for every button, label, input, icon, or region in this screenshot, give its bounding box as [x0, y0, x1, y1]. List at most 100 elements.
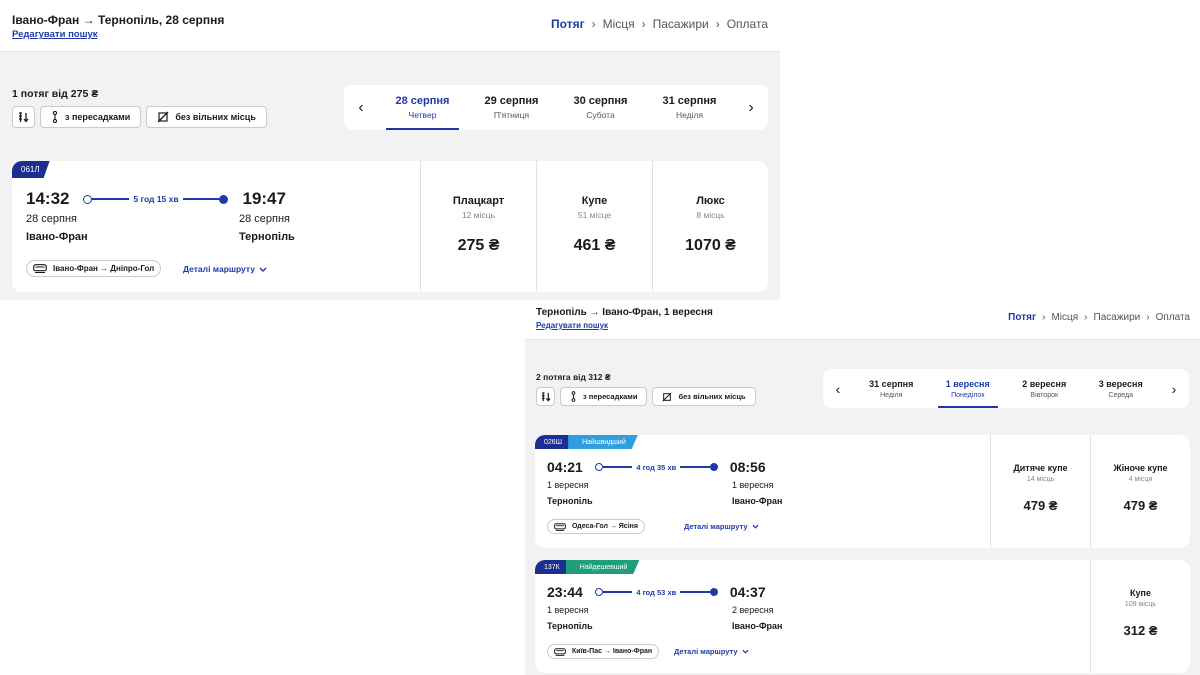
date-tab-weekday: Понеділок [951, 391, 985, 399]
seat-class-option[interactable]: Люкс 8 місць 1070 ₴ [652, 161, 768, 292]
class-name: Жіноче купе [1113, 463, 1168, 473]
class-name: Плацкарт [452, 195, 505, 207]
chevron-left-icon[interactable]: ‹ [344, 85, 378, 130]
chevron-down-icon [259, 267, 267, 272]
step-seats[interactable]: Місця [603, 17, 635, 31]
transfer-icon [51, 111, 59, 123]
step-payment[interactable]: Оплата [1156, 312, 1190, 323]
transfers-filter[interactable]: з пересадками [560, 387, 648, 406]
date-selector: ‹ 28 серпня Четвер 29 серпня П'ятниця 30 с… [344, 85, 768, 130]
date-tab[interactable]: 29 серпня П'ятниця [467, 85, 556, 130]
class-seats: 8 місць [696, 210, 725, 220]
no-seats-filter-label: без вільних місць [175, 112, 256, 122]
date-tab[interactable]: 31 серпня Неділя [645, 85, 734, 130]
step-passengers[interactable]: Пасажири [1094, 312, 1141, 323]
arrival-date: 28 серпня [239, 213, 291, 225]
transfers-filter-label: з пересадками [65, 112, 131, 122]
no-seats-filter-label: без вільних місць [678, 392, 746, 401]
class-price: 479 ₴ [1123, 498, 1158, 513]
class-name: Купе [581, 195, 608, 207]
date-tab-date: 28 серпня [395, 95, 450, 107]
chevron-right-icon: › [715, 17, 720, 31]
edit-search-link[interactable]: Редагувати пошук [12, 29, 98, 40]
date-tab[interactable]: 1 вересня Понеділок [930, 369, 1007, 408]
date-tab[interactable]: 2 вересня Вівторок [1006, 369, 1083, 408]
origin-dot-icon [594, 463, 603, 471]
chevron-left-icon[interactable]: ‹ [823, 369, 853, 408]
results-count: 1 потяг від 275 ₴ [12, 88, 99, 100]
seat-class-option[interactable]: Плацкарт 12 місць 275 ₴ [420, 161, 536, 292]
step-train[interactable]: Потяг [1008, 312, 1036, 323]
sort-icon [541, 391, 551, 402]
chevron-right-icon[interactable]: › [734, 85, 768, 130]
date-tab-weekday: Четвер [408, 110, 437, 120]
date-tab[interactable]: 31 серпня Неділя [853, 369, 930, 408]
train-card: 026Ш Найшвидший 04:21 4 год 35 хв 08:56 … [535, 435, 1190, 548]
departure-time: 14:32 [26, 189, 70, 208]
train-route-button[interactable]: Київ-Пас → Івано-Фран [547, 644, 660, 659]
filter-bar: з пересадками без вільних місць [12, 106, 267, 128]
train-icon [554, 647, 566, 656]
train-times: 14:32 5 год 15 хв 19:47 [26, 189, 286, 209]
duration-label: 5 год 15 хв [133, 194, 179, 204]
departure-date: 1 вересня [547, 605, 589, 615]
destination-dot-icon [219, 194, 229, 204]
travel-duration: 5 год 15 хв [83, 194, 229, 204]
chevron-right-icon: › [1084, 312, 1088, 323]
origin-dot-icon [594, 588, 603, 596]
route-details-label: Деталі маршруту [684, 522, 748, 531]
step-payment[interactable]: Оплата [727, 17, 768, 31]
seat-classes: Купе 109 місць 312 ₴ [1090, 560, 1190, 673]
sort-button[interactable] [536, 387, 555, 406]
edit-search-link[interactable]: Редагувати пошук [536, 321, 608, 330]
destination-dot-icon [709, 588, 718, 596]
transfers-filter-label: з пересадками [583, 392, 638, 401]
date-tab[interactable]: 30 серпня Субота [556, 85, 645, 130]
search-results-panel-1: Івано-Фран → Тернопіль, 28 серпня Редагу… [0, 0, 780, 300]
seat-class-option[interactable]: Купе 109 місць 312 ₴ [1090, 560, 1190, 673]
no-seats-filter[interactable]: без вільних місць [146, 106, 267, 128]
step-seats[interactable]: Місця [1051, 312, 1078, 323]
booking-steps: Потяг › Місця › Пасажири › Оплата [551, 17, 768, 31]
date-selector: ‹ 31 серпня Неділя 1 вересня Понеділок 2 в… [823, 369, 1189, 408]
route-details-label: Деталі маршруту [674, 647, 738, 656]
departure-date: 28 серпня [26, 213, 78, 225]
route-details-link[interactable]: Деталі маршруту [674, 647, 749, 656]
class-name: Купе [1130, 588, 1151, 598]
route-details-link[interactable]: Деталі маршруту [684, 522, 759, 531]
sort-button[interactable] [12, 106, 35, 128]
arrival-station: Тернопіль [239, 231, 295, 243]
date-tab-date: 29 серпня [484, 95, 539, 107]
arrival-date: 1 вересня [732, 480, 774, 490]
departure-station: Тернопіль [547, 496, 593, 506]
route-details-link[interactable]: Деталі маршруту [183, 264, 267, 274]
train-number-badge: 061Л [12, 161, 50, 178]
seat-class-option[interactable]: Купе 51 місце 461 ₴ [536, 161, 652, 292]
class-price: 461 ₴ [573, 237, 616, 254]
step-train[interactable]: Потяг [551, 17, 585, 31]
date-tab[interactable]: 3 вересня Середа [1083, 369, 1160, 408]
departure-station: Тернопіль [547, 621, 593, 631]
seat-classes: Дитяче купе 14 місць 479 ₴ Жіноче купе 4 мі… [990, 435, 1190, 548]
class-price: 275 ₴ [457, 237, 500, 254]
step-passengers[interactable]: Пасажири [653, 17, 709, 31]
chevron-down-icon [741, 649, 749, 654]
seat-class-option[interactable]: Жіноче купе 4 місця 479 ₴ [1090, 435, 1190, 548]
date-tab-weekday: Вівторок [1030, 391, 1059, 399]
seat-class-option[interactable]: Дитяче купе 14 місць 479 ₴ [990, 435, 1090, 548]
date-tab-weekday: П'ятниця [493, 110, 530, 120]
train-route-button[interactable]: Одеса-Гол → Ясіня [547, 519, 645, 534]
results-count: 2 потяга від 312 ₴ [536, 372, 611, 382]
date-tab-weekday: Неділя [880, 391, 903, 399]
train-route-button[interactable]: Івано-Фран → Дніпро-Гол [26, 260, 162, 277]
transfers-filter[interactable]: з пересадками [40, 106, 142, 128]
arrival-station: Івано-Фран [732, 496, 783, 506]
departure-time: 23:44 [547, 584, 583, 600]
arrival-time: 04:37 [729, 584, 766, 600]
chevron-right-icon: › [641, 17, 646, 31]
date-tab-weekday: Середа [1108, 391, 1134, 399]
chevron-right-icon[interactable]: › [1159, 369, 1189, 408]
date-tab[interactable]: 28 серпня Четвер [378, 85, 467, 130]
train-tags: 137К Найдешевший [535, 560, 639, 574]
no-seats-filter[interactable]: без вільних місць [652, 387, 756, 406]
